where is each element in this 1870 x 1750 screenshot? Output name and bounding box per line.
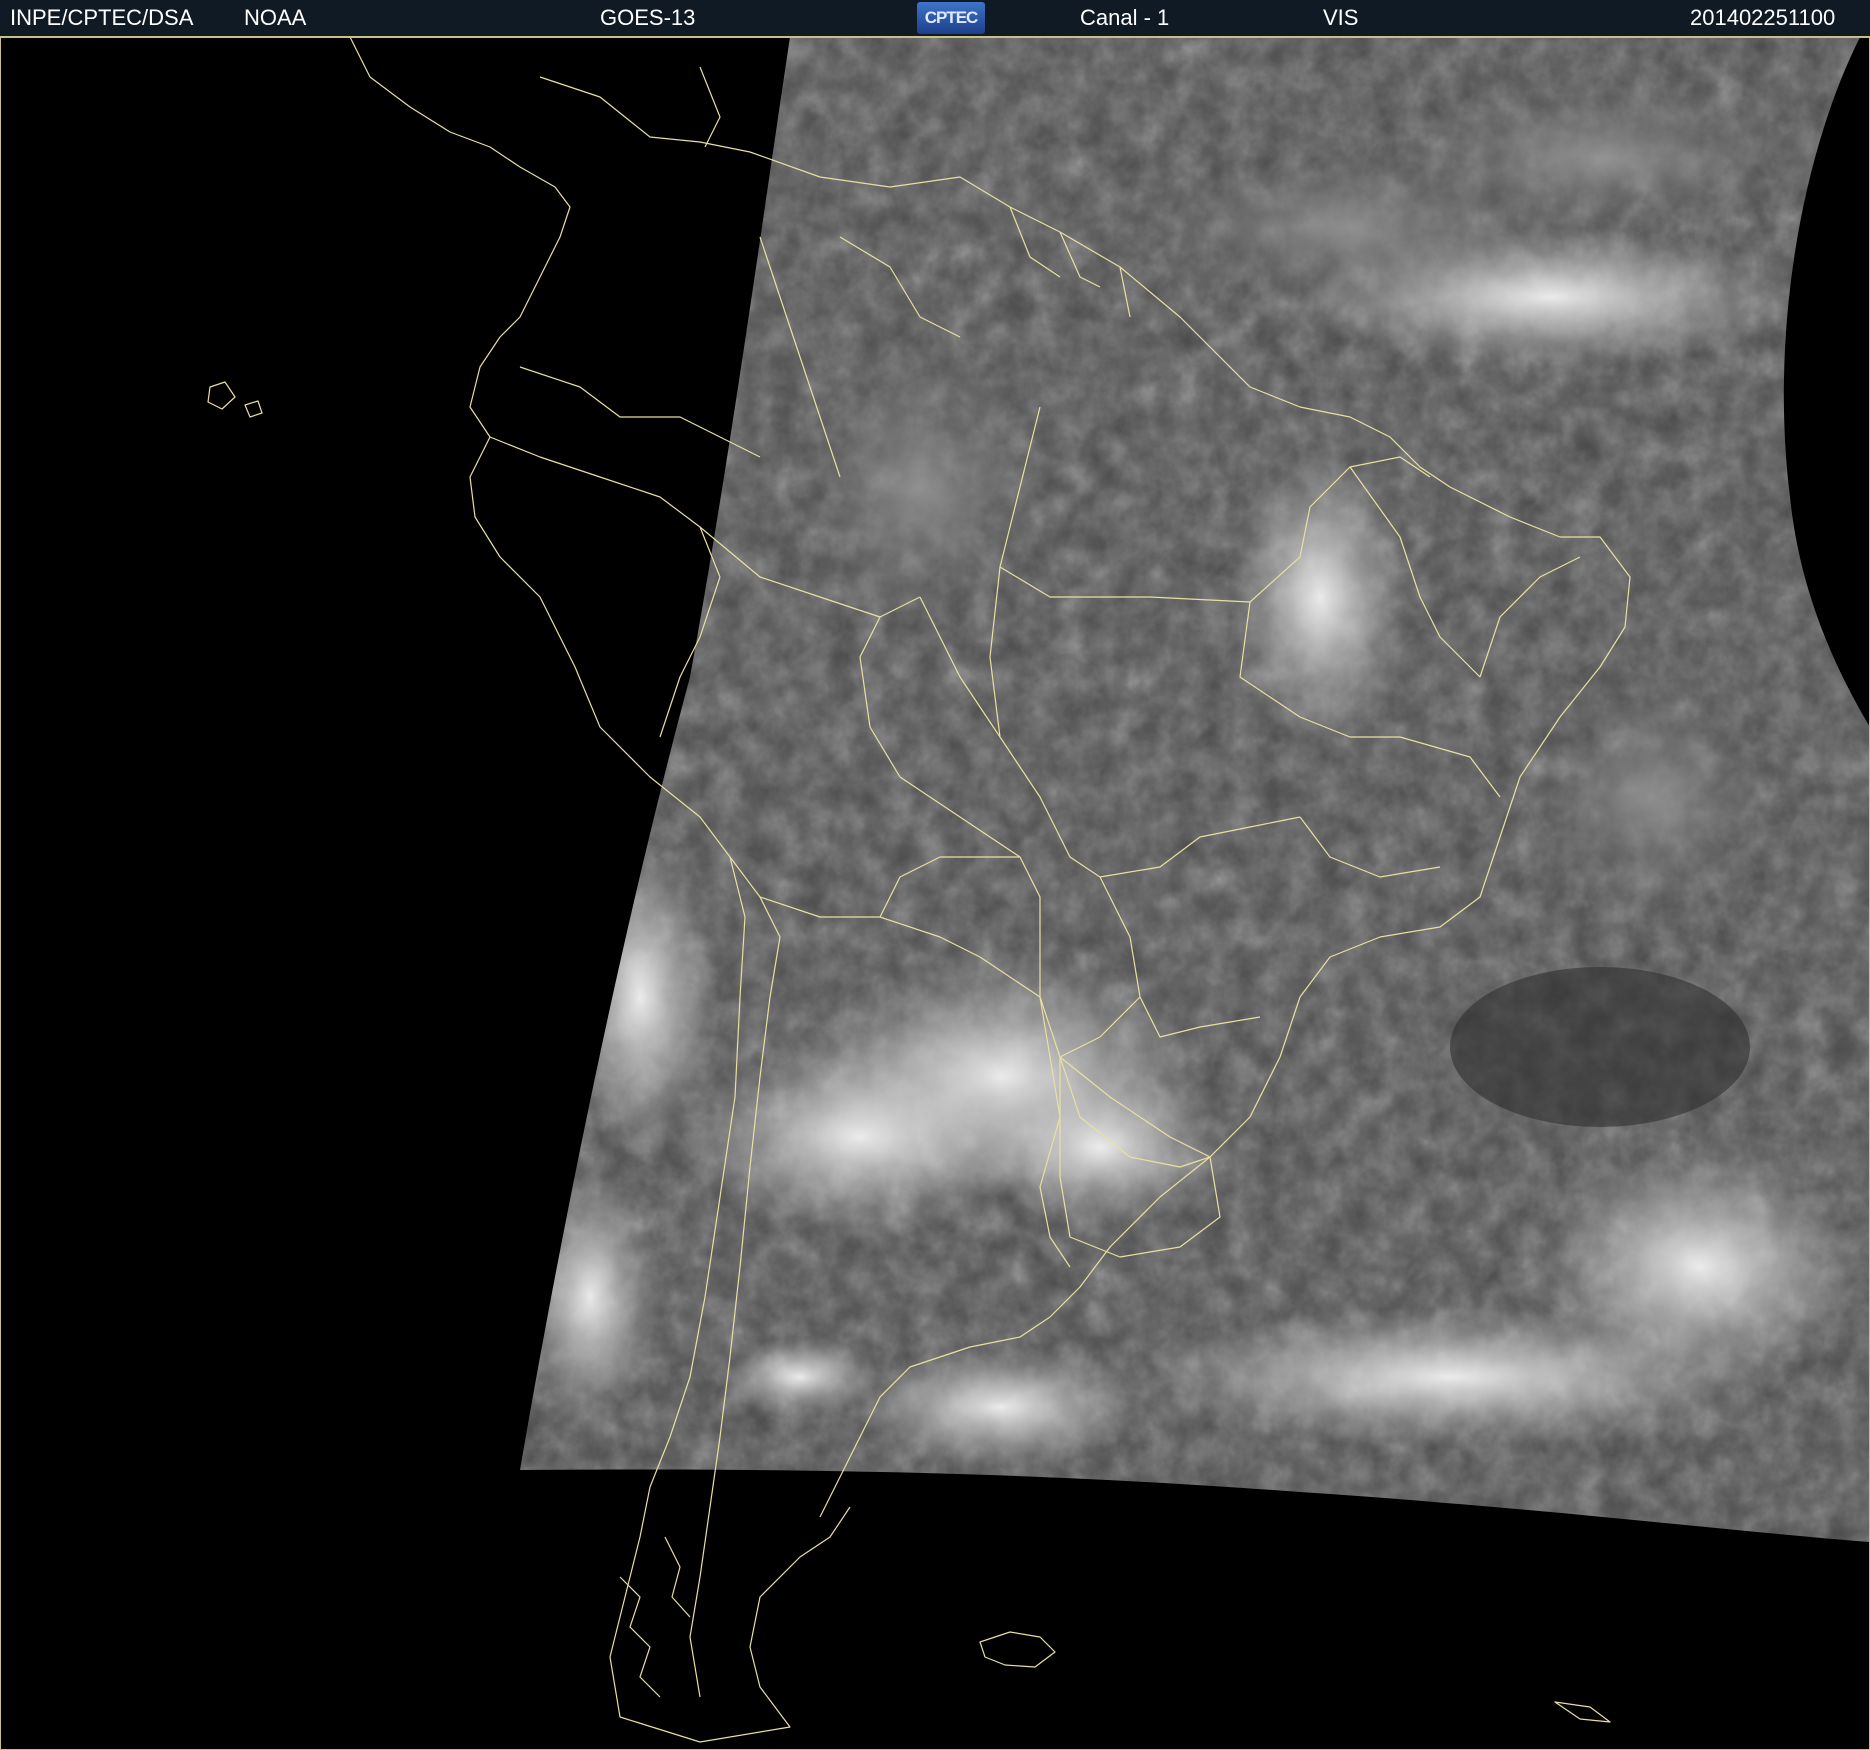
agency-label: INPE/CPTEC/DSA	[10, 5, 194, 30]
band-label: VIS	[1323, 5, 1359, 30]
partner-label: NOAA	[244, 5, 307, 30]
satellite-map	[0, 37, 1870, 1750]
satellite-label: GOES-13	[600, 5, 696, 30]
timestamp-label: 201402251100	[1690, 5, 1836, 30]
channel-label: Canal - 1	[1080, 5, 1170, 30]
image-header: INPE/CPTEC/DSA NOAA GOES-13 CPTEC Canal …	[0, 0, 1870, 37]
cptec-logo: CPTEC	[917, 2, 985, 34]
